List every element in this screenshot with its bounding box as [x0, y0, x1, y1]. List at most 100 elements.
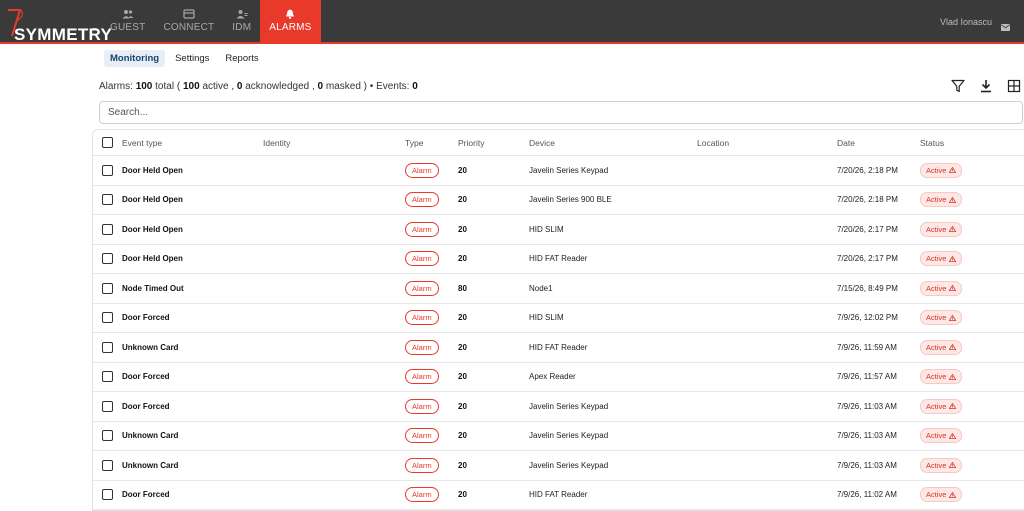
status-text: Active	[926, 254, 947, 264]
user-name[interactable]: Vlad Ionascu	[940, 17, 992, 27]
table-row[interactable]: Unknown Card Alarm 20 HID FAT Reader 7/9…	[93, 333, 1024, 363]
nav-alarms[interactable]: ALARMS	[260, 0, 321, 42]
status-badge: Active	[920, 162, 963, 178]
status-badge: Active	[920, 428, 963, 444]
device-cell: HID SLIM	[529, 224, 564, 234]
download-icon[interactable]	[979, 79, 993, 93]
warning-icon	[949, 196, 957, 203]
header-location[interactable]: Location	[697, 130, 729, 155]
warning-icon	[949, 314, 957, 321]
table-row[interactable]: Unknown Card Alarm 20 Javelin Series Key…	[93, 422, 1024, 451]
status-text: Active	[926, 401, 947, 411]
alarms-active: 100	[182, 81, 200, 92]
search-input[interactable]	[99, 101, 1023, 124]
header-device[interactable]: Device	[529, 130, 555, 155]
row-checkbox[interactable]	[102, 312, 113, 324]
status-text: Active	[926, 195, 947, 205]
status-text: Active	[926, 313, 947, 323]
nav-idm[interactable]: IDM	[223, 0, 260, 42]
status-text: Active	[926, 431, 947, 441]
status-cell: Active	[920, 451, 963, 480]
nav-guest[interactable]: GUEST	[101, 0, 154, 42]
date-cell: 7/20/26, 2:18 PM	[837, 165, 898, 175]
table-row[interactable]: Door Held Open Alarm 20 HID FAT Reader 7…	[93, 245, 1024, 274]
tab-reports[interactable]: Reports	[219, 50, 264, 67]
status-badge: Active	[920, 487, 963, 503]
row-checkbox[interactable]	[102, 430, 113, 442]
alarm-badge: Alarm	[405, 369, 439, 385]
mail-icon[interactable]	[1001, 18, 1010, 36]
row-checkbox[interactable]	[102, 164, 113, 176]
alarm-badge: Alarm	[405, 457, 439, 473]
date-cell: 7/15/26, 8:49 PM	[837, 283, 898, 293]
row-checkbox[interactable]	[102, 371, 113, 383]
bell-icon	[284, 9, 296, 19]
paren-open: (	[176, 81, 181, 92]
device-cell: Apex Reader	[529, 372, 576, 382]
filter-icon[interactable]	[951, 79, 965, 93]
priority-cell: 20	[458, 490, 467, 500]
row-checkbox[interactable]	[102, 253, 113, 265]
acknowledged-label: acknowledged	[245, 81, 310, 92]
status-text: Active	[926, 372, 947, 382]
row-checkbox[interactable]	[102, 282, 113, 294]
priority-cell: 20	[458, 460, 467, 470]
status-cell: Active	[920, 304, 963, 333]
header-identity[interactable]: Identity	[263, 130, 290, 155]
tab-settings[interactable]: Settings	[169, 50, 215, 67]
priority-cell: 80	[458, 283, 467, 293]
events-count: 0	[412, 81, 418, 92]
alarm-badge: Alarm	[405, 162, 439, 178]
header-status[interactable]: Status	[920, 130, 944, 155]
nav-connect[interactable]: CONNECT	[154, 0, 223, 42]
row-checkbox[interactable]	[102, 223, 113, 235]
table-row[interactable]: Door Forced Alarm 20 HID SLIM 7/9/26, 12…	[93, 304, 1024, 333]
warning-icon	[949, 491, 957, 498]
idm-icon	[236, 9, 248, 19]
table-row[interactable]: Door Held Open Alarm 20 Javelin Series 9…	[93, 186, 1024, 215]
table-row[interactable]: Unknown Card Alarm 20 Javelin Series Key…	[93, 451, 1024, 481]
header-event-type[interactable]: Event type	[122, 130, 162, 155]
date-cell: 7/9/26, 11:03 AM	[837, 401, 897, 411]
active-label: active	[202, 81, 229, 92]
select-all-checkbox[interactable]	[102, 137, 113, 148]
event-type-cell: Unknown Card	[122, 342, 179, 352]
status-text: Active	[926, 490, 947, 500]
table-row[interactable]: Door Forced Alarm 20 Apex Reader 7/9/26,…	[93, 363, 1024, 392]
warning-icon	[949, 255, 957, 262]
table-row[interactable]: Door Held Open Alarm 20 HID SLIM 7/20/26…	[93, 215, 1024, 245]
row-checkbox[interactable]	[102, 341, 113, 353]
row-checkbox[interactable]	[102, 459, 113, 471]
header-priority[interactable]: Priority	[458, 130, 484, 155]
table-tools	[951, 79, 1021, 93]
status-text: Active	[926, 224, 947, 234]
type-cell: Alarm	[405, 156, 439, 185]
row-checkbox[interactable]	[102, 489, 113, 501]
columns-icon[interactable]	[1007, 79, 1021, 93]
type-cell: Alarm	[405, 481, 439, 510]
status-badge: Active	[920, 369, 963, 385]
header-type[interactable]: Type	[405, 130, 423, 155]
device-cell: Javelin Series 900 BLE	[529, 195, 612, 205]
table-row[interactable]: Door Forced Alarm 20 Javelin Series Keyp…	[93, 392, 1024, 422]
alarm-badge: Alarm	[405, 192, 439, 208]
date-cell: 7/20/26, 2:17 PM	[837, 224, 898, 234]
header-date[interactable]: Date	[837, 130, 855, 155]
device-cell: HID FAT Reader	[529, 342, 588, 352]
row-checkbox[interactable]	[102, 400, 113, 412]
table-row[interactable]: Node Timed Out Alarm 80 Node1 7/15/26, 8…	[93, 274, 1024, 304]
table-row[interactable]: Door Forced Alarm 20 HID FAT Reader 7/9/…	[93, 481, 1024, 510]
alarms-acknowledged: 0	[236, 81, 243, 92]
priority-cell: 20	[458, 342, 467, 352]
tab-monitoring[interactable]: Monitoring	[104, 50, 166, 67]
event-type-cell: Door Held Open	[122, 195, 183, 205]
warning-icon	[949, 432, 957, 439]
alarm-summary: Alarms: 100 total ( 100 active , 0 ackno…	[99, 81, 418, 92]
row-checkbox[interactable]	[102, 194, 113, 206]
nav-alarms-label: ALARMS	[269, 22, 312, 33]
symmetry-logo[interactable]: SYMMETRY ™	[4, 6, 112, 44]
table-row[interactable]: Door Held Open Alarm 20 Javelin Series K…	[93, 156, 1024, 186]
warning-icon	[949, 285, 957, 292]
alarm-badge: Alarm	[405, 428, 439, 444]
type-cell: Alarm	[405, 274, 439, 303]
